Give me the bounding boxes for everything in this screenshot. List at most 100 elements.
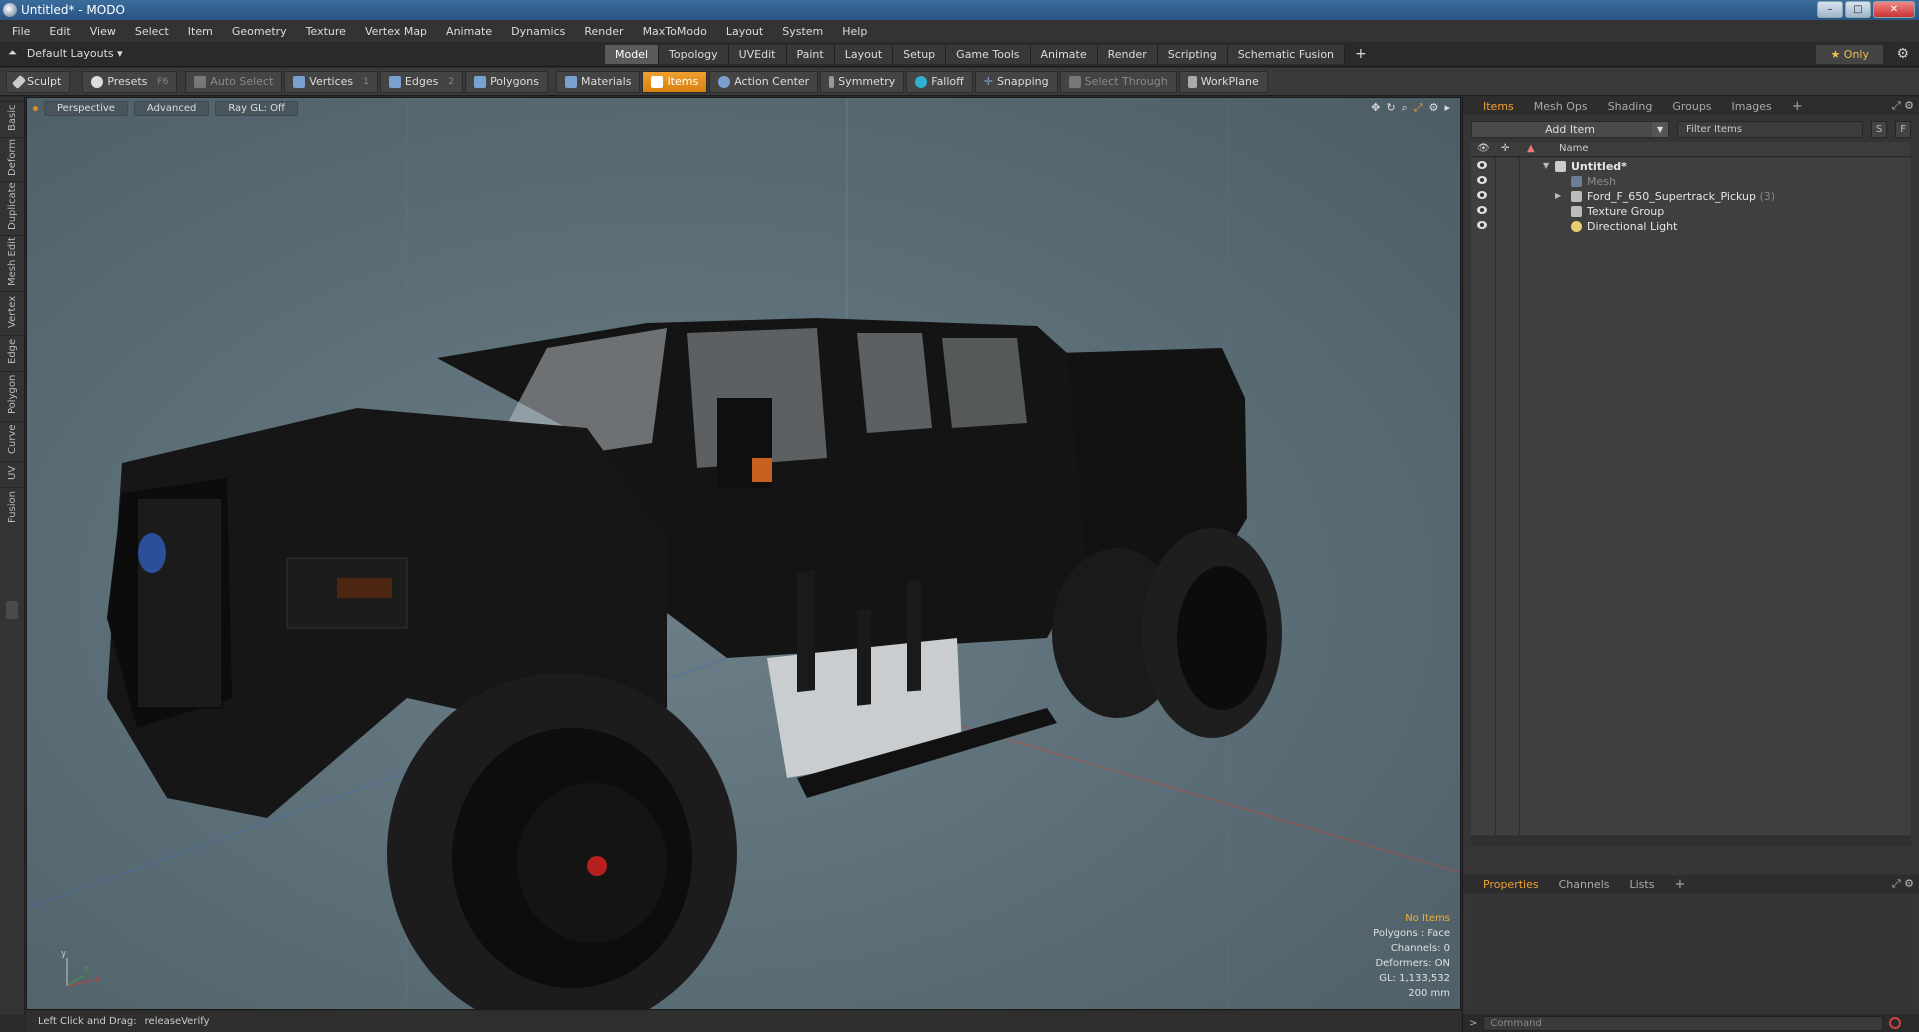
menu-file[interactable]: File <box>12 25 30 38</box>
tab-polygon[interactable]: Polygon <box>0 371 25 417</box>
presets-button[interactable]: Presets F6 <box>82 70 178 93</box>
settings-icon[interactable]: ⚙ <box>1429 101 1439 115</box>
tab-deform[interactable]: Deform <box>0 137 25 177</box>
panel-toggle-button[interactable] <box>6 601 18 619</box>
s-toggle-button[interactable]: S <box>1871 121 1888 138</box>
snapping-button[interactable]: ✛ Snapping <box>974 70 1058 93</box>
vertices-button[interactable]: Vertices 1 <box>284 70 378 93</box>
visibility-column-icon[interactable]: 👁 <box>1477 143 1490 154</box>
tab-basic[interactable]: Basic <box>0 101 25 133</box>
tab-shading[interactable]: Shading <box>1598 98 1663 115</box>
gear-icon[interactable]: ⚙ <box>1896 46 1909 62</box>
zoom-icon[interactable]: ⌕ <box>1402 101 1408 115</box>
f-toggle-button[interactable]: F <box>1895 121 1911 138</box>
tab-scripting[interactable]: Scripting <box>1157 45 1228 64</box>
advanced-dropdown[interactable]: Advanced <box>133 100 210 116</box>
minimize-button[interactable]: – <box>1817 1 1843 18</box>
maximize-icon[interactable]: ⤢ <box>1414 101 1423 115</box>
symmetry-button[interactable]: Symmetry <box>820 70 905 93</box>
tree-scrollbar[interactable] <box>1471 836 1911 846</box>
close-button[interactable]: ✕ <box>1873 1 1915 18</box>
expand-icon[interactable]: ▸ <box>1444 101 1450 115</box>
layout-collapse-icon[interactable]: ⏶ <box>8 46 17 60</box>
pan-icon[interactable]: ✥ <box>1371 101 1380 115</box>
menu-edit[interactable]: Edit <box>49 25 70 38</box>
visibility-eye-icon[interactable] <box>1477 221 1487 229</box>
lock-column-icon[interactable]: ✛ <box>1501 143 1509 154</box>
select-through-button[interactable]: Select Through <box>1059 70 1177 93</box>
add-item-dropdown-icon[interactable]: ▼ <box>1652 122 1669 137</box>
record-icon[interactable] <box>1889 1017 1902 1029</box>
tab-animate[interactable]: Animate <box>1030 45 1098 64</box>
action-center-button[interactable]: Action Center <box>709 70 819 93</box>
tab-uvedit[interactable]: UVEdit <box>728 45 787 64</box>
menu-view[interactable]: View <box>90 25 116 38</box>
tab-images[interactable]: Images <box>1722 98 1782 115</box>
tab-edge[interactable]: Edge <box>0 335 25 367</box>
tab-uv[interactable]: UV <box>0 461 25 483</box>
properties-options-icon[interactable]: ⤢ ⚙ <box>1892 877 1914 891</box>
tab-schematic-fusion[interactable]: Schematic Fusion <box>1227 45 1346 64</box>
menu-texture[interactable]: Texture <box>306 25 346 38</box>
panel-options-icon[interactable]: ⤢ ⚙ <box>1892 99 1914 113</box>
falloff-button[interactable]: Falloff <box>906 70 973 93</box>
tab-groups[interactable]: Groups <box>1662 98 1721 115</box>
menu-layout[interactable]: Layout <box>726 25 763 38</box>
tab-game-tools[interactable]: Game Tools <box>946 45 1031 64</box>
menu-vertex-map[interactable]: Vertex Map <box>365 25 427 38</box>
filter-items-input[interactable]: Filter Items <box>1677 121 1864 138</box>
tab-model[interactable]: Model <box>605 45 660 64</box>
tab-properties[interactable]: Properties <box>1473 876 1549 893</box>
default-layouts-dropdown[interactable]: Default Layouts ▾ <box>27 47 123 60</box>
menu-item[interactable]: Item <box>188 25 213 38</box>
tab-vertex[interactable]: Vertex <box>0 291 25 331</box>
sculpt-button[interactable]: Sculpt <box>6 70 71 93</box>
menu-system[interactable]: System <box>782 25 823 38</box>
menu-render[interactable]: Render <box>584 25 623 38</box>
tab-mesh-ops[interactable]: Mesh Ops <box>1524 98 1598 115</box>
tab-fusion[interactable]: Fusion <box>0 487 25 527</box>
items-button[interactable]: Items <box>642 70 708 93</box>
add-properties-tab-button[interactable]: + <box>1664 875 1695 894</box>
tab-topology[interactable]: Topology <box>659 45 729 64</box>
menu-geometry[interactable]: Geometry <box>232 25 287 38</box>
menu-maxtomodo[interactable]: MaxToModo <box>643 25 707 38</box>
tab-mesh-edit[interactable]: Mesh Edit <box>0 235 25 287</box>
expand-arrow-icon[interactable]: ▶ <box>1555 191 1561 200</box>
viewport-menu-dot[interactable] <box>33 105 38 111</box>
3d-viewport[interactable]: x z y Perspective Advanced Ray GL: Off ✥… <box>26 97 1461 1010</box>
menu-select[interactable]: Select <box>135 25 169 38</box>
workplane-button[interactable]: WorkPlane <box>1178 70 1268 93</box>
materials-button[interactable]: Materials <box>556 70 641 93</box>
add-layout-tab-button[interactable]: + <box>1345 45 1377 64</box>
only-toggle[interactable]: ★ Only <box>1816 45 1883 64</box>
tab-lists[interactable]: Lists <box>1620 876 1665 893</box>
polygons-button[interactable]: Polygons <box>465 70 549 93</box>
tab-setup[interactable]: Setup <box>893 45 947 64</box>
name-column-header[interactable]: Name <box>1559 143 1589 154</box>
maximize-button[interactable]: □ <box>1845 1 1871 18</box>
perspective-dropdown[interactable]: Perspective <box>44 100 128 116</box>
tab-paint[interactable]: Paint <box>786 45 835 64</box>
menu-dynamics[interactable]: Dynamics <box>511 25 565 38</box>
visibility-eye-icon[interactable] <box>1477 191 1487 199</box>
tree-row[interactable]: Directional Light <box>1471 218 1911 236</box>
tab-channels[interactable]: Channels <box>1549 876 1620 893</box>
tab-layout[interactable]: Layout <box>834 45 894 64</box>
menu-help[interactable]: Help <box>842 25 867 38</box>
collapse-arrow-icon[interactable]: ▼ <box>1543 161 1549 170</box>
add-panel-tab-button[interactable]: + <box>1782 97 1813 116</box>
command-input[interactable]: Command <box>1483 1015 1884 1031</box>
tab-duplicate[interactable]: Duplicate <box>0 181 25 231</box>
visibility-eye-icon[interactable] <box>1477 161 1487 169</box>
edges-button[interactable]: Edges 2 <box>379 70 464 93</box>
add-item-button[interactable]: Add Item ▼ <box>1471 121 1670 138</box>
raygl-toggle[interactable]: Ray GL: Off <box>215 100 298 116</box>
tab-items[interactable]: Items <box>1473 98 1524 115</box>
tab-curve[interactable]: Curve <box>0 421 25 457</box>
tab-render[interactable]: Render <box>1097 45 1158 64</box>
render-column-icon[interactable]: ▲ <box>1527 143 1535 154</box>
visibility-eye-icon[interactable] <box>1477 176 1487 184</box>
menu-animate[interactable]: Animate <box>446 25 492 38</box>
visibility-eye-icon[interactable] <box>1477 206 1487 214</box>
